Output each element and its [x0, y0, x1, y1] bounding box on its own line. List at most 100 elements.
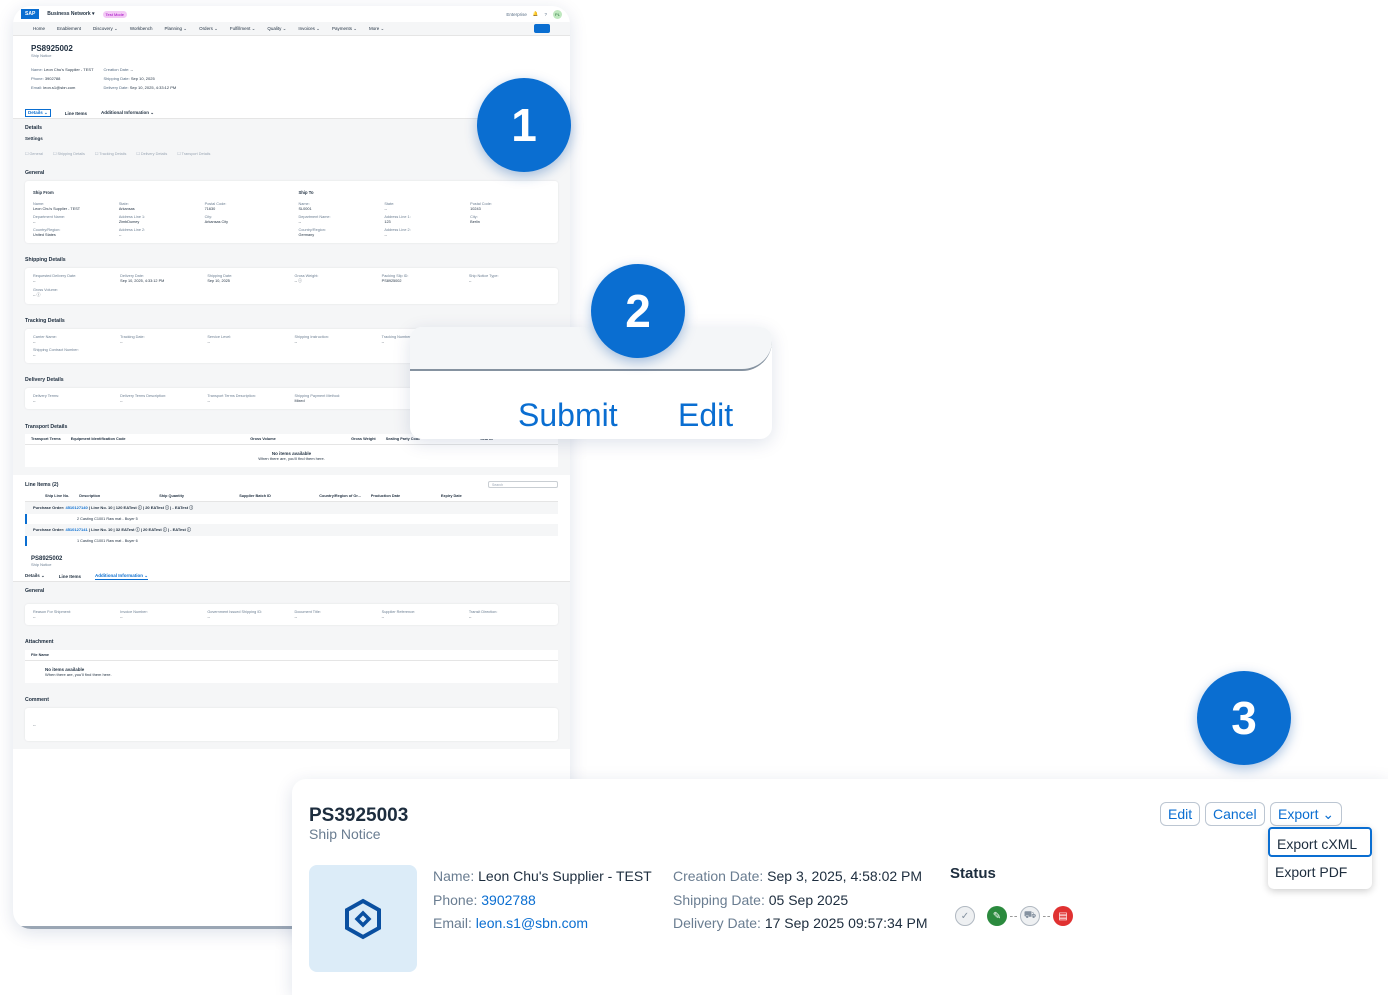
- field: Department Name: --: [33, 215, 66, 224]
- sticky-header: PS8925002 Ship Notice: [13, 554, 570, 569]
- export-menu: Export cXML Export PDF: [1268, 827, 1372, 889]
- email-link[interactable]: leon.s1@sbn.com: [476, 915, 588, 931]
- phone-link[interactable]: 3902788: [481, 892, 536, 908]
- field: Gross Weight: -- ⓘ: [294, 274, 319, 283]
- nav-quality[interactable]: Quality ⌄: [267, 26, 286, 32]
- line-items-header: Ship Line No. Description Ship Quantity Sup…: [25, 491, 558, 502]
- po-link-2[interactable]: 4510127141: [65, 527, 87, 532]
- header-name: Name: Leon Chu's Supplier - TEST: [31, 67, 94, 72]
- field: Ship Notice Type: --: [468, 274, 499, 283]
- shipping-details-section: Shipping Details Requested Delivery Date…: [13, 251, 570, 312]
- field: Invoice Number: --: [120, 610, 148, 619]
- field: City: Berlin: [470, 215, 480, 224]
- field: Address Line 2: --: [118, 228, 146, 237]
- nav-orders[interactable]: Orders ⌄: [199, 26, 218, 32]
- truck-icon[interactable]: ⛟: [1020, 906, 1040, 926]
- additional-general-title: General: [25, 588, 45, 594]
- table-row[interactable]: 1 Casting C1001 Raw mat - Buyer 6: [25, 536, 558, 546]
- line-items-search-input[interactable]: Search: [488, 481, 558, 488]
- table-row[interactable]: 2 Casting C1001 Raw mat - Buyer 5: [25, 514, 558, 524]
- nav-enablement[interactable]: Enablement: [57, 26, 81, 31]
- field: Shipping Payment Method: Mixed: [294, 394, 341, 403]
- header-delivery-date: Delivery Date: Sep 10, 2025, 4:33:12 PM: [103, 85, 177, 90]
- status-title: Status: [950, 865, 996, 882]
- field: Reason For Shipment: --: [33, 610, 71, 619]
- tab-details-compact[interactable]: Details ⌄: [25, 573, 45, 579]
- submit-button[interactable]: Submit: [518, 397, 618, 434]
- nav-workbench[interactable]: Workbench: [130, 26, 153, 31]
- header-shipping-date: Shipping Date: Sep 10, 2025: [103, 76, 155, 81]
- cancel-button[interactable]: Cancel: [1205, 802, 1265, 826]
- contact-info: Name: Leon Chu's Supplier - TEST Phone: …: [433, 865, 652, 936]
- notifications-icon[interactable]: 🔔: [533, 11, 539, 17]
- nav-home[interactable]: Home: [33, 26, 45, 31]
- shipping-date-row: Shipping Date: 05 Sep 2025: [673, 891, 849, 908]
- shipping-fields: Requested Delivery Date: -- Delivery Date:…: [25, 268, 558, 304]
- checkbox-general[interactable]: ☐ General: [25, 151, 43, 156]
- object-header: PS8925002 Ship Notice Name: Leon Chu's S…: [13, 36, 570, 100]
- nav-invoices[interactable]: Invoices ⌄: [298, 26, 320, 32]
- field: Postal Code: 71630: [204, 202, 227, 211]
- tab-line-items-compact[interactable]: Line Items: [59, 574, 81, 579]
- tab-details[interactable]: Details ⌄: [25, 109, 51, 117]
- field: Transit Direction: --: [468, 610, 498, 619]
- checkbox-transport[interactable]: ☐ Transport Details: [177, 151, 210, 156]
- tab-additional-compact[interactable]: Additional Information ⌄: [95, 573, 149, 580]
- export-pdf-item[interactable]: Export PDF: [1268, 857, 1372, 887]
- callout-badge-3: 3: [1197, 671, 1291, 765]
- nav-fulfillment[interactable]: Fulfillment ⌄: [230, 26, 256, 32]
- field: Address Line 1: 123: [384, 215, 411, 224]
- leaf-icon[interactable]: ✎: [987, 906, 1007, 926]
- header-email: Email: leon.s1@sbn.com: [31, 85, 76, 90]
- create-button[interactable]: [534, 24, 550, 33]
- comment-title: Comment: [25, 697, 49, 703]
- enterprise-label[interactable]: Enterprise: [506, 12, 527, 17]
- file-name-header: File Name: [25, 650, 558, 661]
- checkbox-shipping[interactable]: ☐ Shipping Details: [53, 151, 85, 156]
- export-cxml-item[interactable]: Export cXML: [1268, 827, 1372, 857]
- tab-line-items[interactable]: Line Items: [65, 111, 87, 116]
- help-icon[interactable]: ?: [544, 12, 547, 17]
- status-flow: ✓ ✎ ⛟ ▤: [955, 906, 1073, 926]
- field: State: --: [384, 202, 395, 211]
- field: Delivery Terms Description: --: [120, 394, 167, 403]
- general-section: General Ship From Name: Leon Chu's Suppli…: [13, 164, 570, 251]
- additional-fields: Reason For Shipment: -- Invoice Number: -- G…: [25, 604, 558, 625]
- check-icon[interactable]: ✓: [955, 906, 975, 926]
- tab-additional-information[interactable]: Additional Information ⌄: [101, 110, 154, 116]
- shell-bar: SAP Business Network ▾ Test Mode Enterpr…: [13, 6, 570, 22]
- avatar[interactable]: PL: [553, 9, 562, 19]
- edit-button[interactable]: Edit: [678, 397, 733, 434]
- date-info: Creation Date: Sep 3, 2025, 4:58:02 PM S…: [673, 865, 928, 936]
- nav-planning[interactable]: Planning ⌄: [165, 26, 188, 32]
- checkbox-delivery[interactable]: ☐ Delivery Details: [136, 151, 167, 156]
- field: Document Title: --: [294, 610, 321, 619]
- nav-payments[interactable]: Payments ⌄: [332, 26, 357, 32]
- export-button[interactable]: Export ⌄: [1270, 802, 1343, 826]
- field: Delivery Terms: --: [33, 394, 60, 403]
- document-type: Ship Notice: [31, 53, 52, 58]
- nav-discovery[interactable]: Discovery ⌄: [93, 26, 118, 32]
- field: Address Line 2: --: [384, 228, 411, 237]
- field: Service Level: --: [207, 335, 232, 344]
- ship-notice-header-zoom: PS3925003 Ship Notice Edit Cancel Export…: [292, 779, 1388, 995]
- ship-from-fields: Name: Leon Chu's Supplier - TEST State: Ark…: [33, 202, 285, 237]
- main-nav: Home Enablement Discovery ⌄ Workbench Pl…: [13, 22, 570, 36]
- po-link-1[interactable]: 4510127140: [65, 505, 87, 510]
- general-title: General: [25, 170, 45, 176]
- tab-bar-compact: Details ⌄ Line Items Additional Informat…: [13, 571, 570, 582]
- sap-logo[interactable]: SAP: [21, 9, 40, 19]
- test-mode-badge: Test Mode: [102, 10, 127, 18]
- callout-badge-2: 2: [591, 264, 685, 358]
- product-switcher[interactable]: Business Network ▾: [47, 11, 94, 17]
- checkbox-tracking[interactable]: ☐ Tracking Details: [95, 151, 126, 156]
- invoice-icon[interactable]: ▤: [1053, 906, 1073, 926]
- field: Country/Region: Germany: [298, 228, 326, 237]
- field: Address Line 1: ZimbDumey: [118, 215, 146, 224]
- document-type-compact: Ship Notice: [31, 562, 52, 567]
- field: Requested Delivery Date: --: [33, 274, 77, 283]
- edit-button[interactable]: Edit: [1160, 802, 1201, 826]
- field: Shipping Date: Sep 10, 2025: [207, 274, 233, 283]
- document-id: PS8925002: [31, 44, 73, 53]
- nav-more[interactable]: More ⌄: [369, 26, 384, 32]
